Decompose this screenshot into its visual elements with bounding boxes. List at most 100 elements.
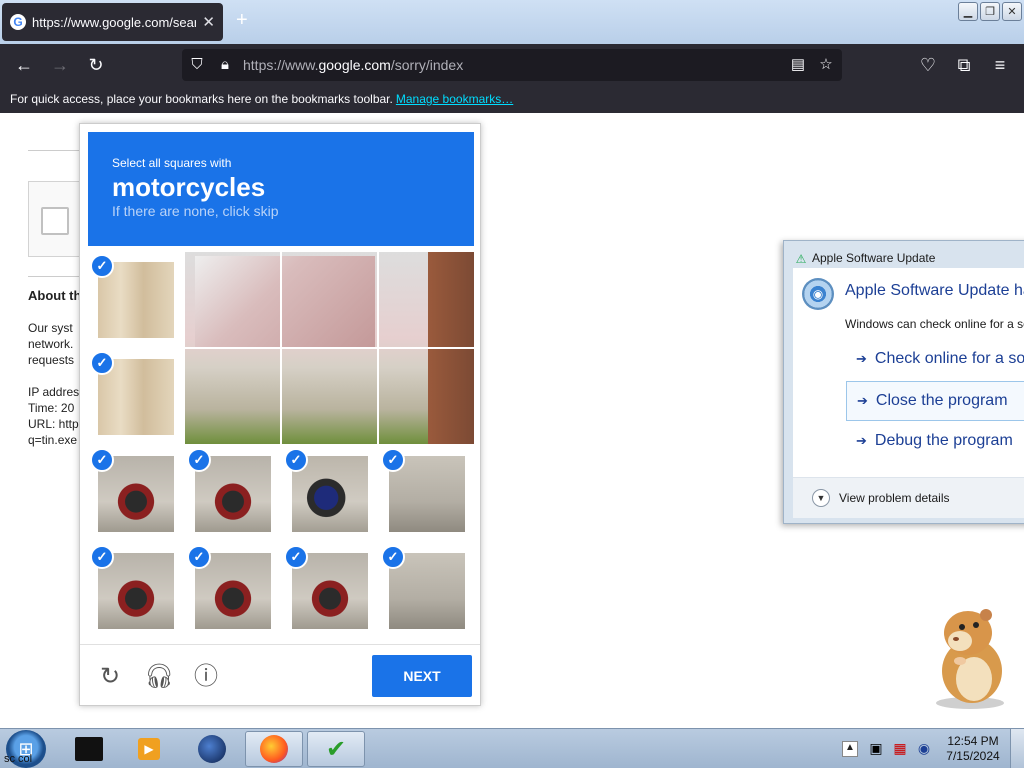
option-label: Close the program [875,392,1008,409]
page-line: requests [28,353,75,367]
challenge-header: Select all squares with motorcycles If t… [88,132,474,246]
page-body-text: Our syst network. requests IP addres Tim… [28,320,80,448]
next-button[interactable]: NEXT [372,655,472,697]
close-window-button[interactable]: ✕ [1002,2,1022,21]
back-icon[interactable]: ← [14,55,34,75]
tray-network-icon[interactable]: ▦ [890,737,910,759]
grid-tile[interactable]: ✓ [185,446,281,542]
selected-check-icon: ✓ [90,351,114,375]
arrow-icon: ➔ [856,351,867,366]
tracking-shield-icon[interactable]: ⛉ [187,55,207,75]
menu-icon[interactable]: ≡ [990,55,1010,75]
url-prefix: https://www. [243,57,319,73]
grid-tile[interactable]: ✓ [185,543,281,639]
desktop-label: sc col [4,753,33,765]
firefox-taskbar-icon[interactable] [245,731,303,767]
selected-check-icon: ✓ [187,545,211,569]
apple-software-update-dialog: ⚠︎ Apple Software Update ◉ Apple Software… [783,240,1024,524]
pocket-icon[interactable]: ♡ [918,55,938,75]
tab-close-icon[interactable]: ✕ [202,13,215,31]
dialog-subtext: Windows can check online for a so [845,317,1024,331]
page-line: network. [28,337,74,351]
manage-bookmarks-link[interactable]: Manage bookmarks… [396,92,513,106]
challenge-hint: If there are none, click skip [112,203,279,219]
page-line: IP addres [28,385,80,399]
chevron-down-icon[interactable]: ▼ [812,489,830,507]
recaptcha-challenge: Select all squares with motorcycles If t… [79,123,481,706]
grid-tile[interactable]: ✓ [88,349,184,445]
grid-tile[interactable]: ✓ [282,543,378,639]
page-line: Time: 20 [28,401,75,415]
shop-sign-image [195,256,375,348]
grid-tile[interactable]: ✓ [282,446,378,542]
taskbar-app-icon[interactable] [60,731,118,767]
app-icon: ⚠︎ [795,251,807,266]
tab-title: https://www.google.com/search [32,14,197,30]
show-desktop-button[interactable] [1010,729,1024,768]
task-app-icon[interactable]: ✔ [307,731,365,767]
forward-icon[interactable]: → [50,55,70,75]
grid-tile[interactable]: ✓ [88,446,184,542]
navigation-toolbar: ← → ↻ ⛉ 🔒︎ https://www.google.com/sorry/… [0,44,1024,86]
page-line [28,368,80,384]
windows-taskbar: ⊞ sc col ▶ ✔ ▲ ▣ ▦ ◉ 12:54 PM 7/15/2024 [0,728,1024,768]
dialog-body: ◉ Apple Software Update ha Windows can c… [793,268,1024,518]
check-online-option[interactable]: ➔ Check online for a sol [846,340,1024,380]
grid-tile-group-unselected[interactable] [185,252,474,444]
grid-tile[interactable]: ✓ [379,543,475,639]
option-label: Debug the program [874,432,1013,449]
selected-check-icon: ✓ [90,448,114,472]
clock[interactable]: 12:54 PM 7/15/2024 [938,734,1008,764]
grid-line [185,347,474,349]
reload-icon[interactable]: ↻ [86,55,106,75]
dialog-title-bar[interactable]: ⚠︎ Apple Software Update [794,251,936,266]
system-tray: ▲ ▣ ▦ ◉ 12:54 PM 7/15/2024 [840,729,1024,768]
hamster-desktop-pet-icon[interactable] [920,603,1010,709]
selected-check-icon: ✓ [381,545,405,569]
google-favicon-icon: G [10,14,26,30]
lock-icon[interactable]: 🔒︎ [215,55,235,75]
dialog-title: Apple Software Update [812,251,936,265]
bookmark-star-icon[interactable]: ☆ [816,55,836,75]
challenge-footer: ↻ 🎧︎ ⓘ NEXT [80,644,480,706]
restore-button[interactable]: ❐ [980,2,1000,21]
grid-tile[interactable]: ✓ [88,543,184,639]
globe-icon[interactable] [183,731,241,767]
reload-challenge-icon[interactable]: ↻ [96,663,124,691]
selected-check-icon: ✓ [284,448,308,472]
about-heading: About th [28,288,82,303]
tray-update-icon[interactable]: ◉ [914,737,934,759]
minimize-button[interactable]: ▁ [958,2,978,21]
url-path: /sorry/index [390,57,464,73]
clock-time: 12:54 PM [947,734,999,748]
page-line: Our syst [28,321,73,335]
selected-check-icon: ✓ [381,448,405,472]
challenge-grid: ✓ ✓ ✓ ✓ ✓ ✓ ✓ ✓ ✓ ✓ [88,252,474,638]
url-domain: google.com [318,57,391,73]
arrow-icon: ➔ [857,393,868,408]
close-program-option[interactable]: ➔ Close the program [846,381,1024,421]
media-player-icon[interactable]: ▶ [120,731,178,767]
reader-view-icon[interactable]: ▤ [788,55,808,75]
grid-tile[interactable]: ✓ [88,252,184,348]
recaptcha-checkbox[interactable] [41,207,69,235]
software-update-logo-icon: ◉ [802,278,834,310]
audio-challenge-icon[interactable]: 🎧︎ [144,663,174,691]
address-bar[interactable]: ⛉ 🔒︎ https://www.google.com/sorry/index … [182,49,842,81]
selected-check-icon: ✓ [284,545,308,569]
browser-tab[interactable]: G https://www.google.com/search ✕ [2,3,223,41]
page-line: q=tin.exe [28,433,78,447]
clock-date: 7/15/2024 [946,749,1000,763]
selected-check-icon: ✓ [90,545,114,569]
view-details-toggle[interactable]: ▼ View problem details [793,477,1024,518]
selected-check-icon: ✓ [90,254,114,278]
debug-program-option[interactable]: ➔ Debug the program [846,422,1024,462]
extensions-icon[interactable]: ⧉ [954,55,974,75]
bookmarks-toolbar: For quick access, place your bookmarks h… [0,86,1024,113]
info-icon[interactable]: ⓘ [192,663,220,691]
show-hidden-icons-icon[interactable]: ▲ [842,741,858,757]
new-tab-icon[interactable]: + [236,10,248,30]
url-text[interactable]: https://www.google.com/sorry/index [243,57,463,73]
tray-app-icon[interactable]: ▣ [866,737,886,759]
grid-tile[interactable]: ✓ [379,446,475,542]
